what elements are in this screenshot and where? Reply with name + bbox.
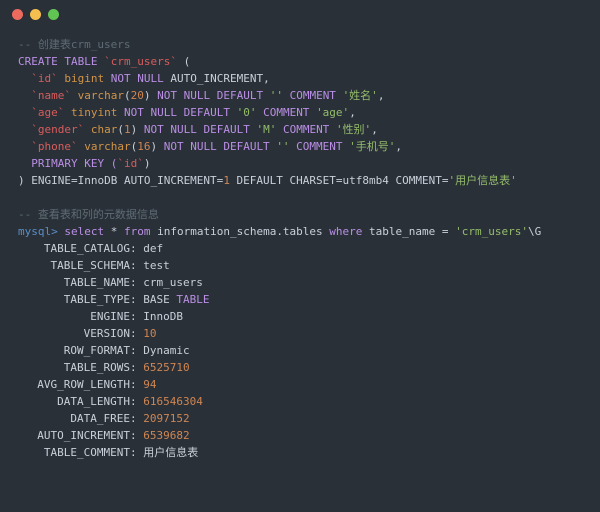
close-icon[interactable] [12,9,23,20]
code-block: -- 创建表crm_users CREATE TABLE `crm_users`… [18,36,588,461]
terminal-window: -- 创建表crm_users CREATE TABLE `crm_users`… [0,0,600,512]
window-traffic-lights [12,9,59,20]
zoom-icon[interactable] [48,9,59,20]
minimize-icon[interactable] [30,9,41,20]
